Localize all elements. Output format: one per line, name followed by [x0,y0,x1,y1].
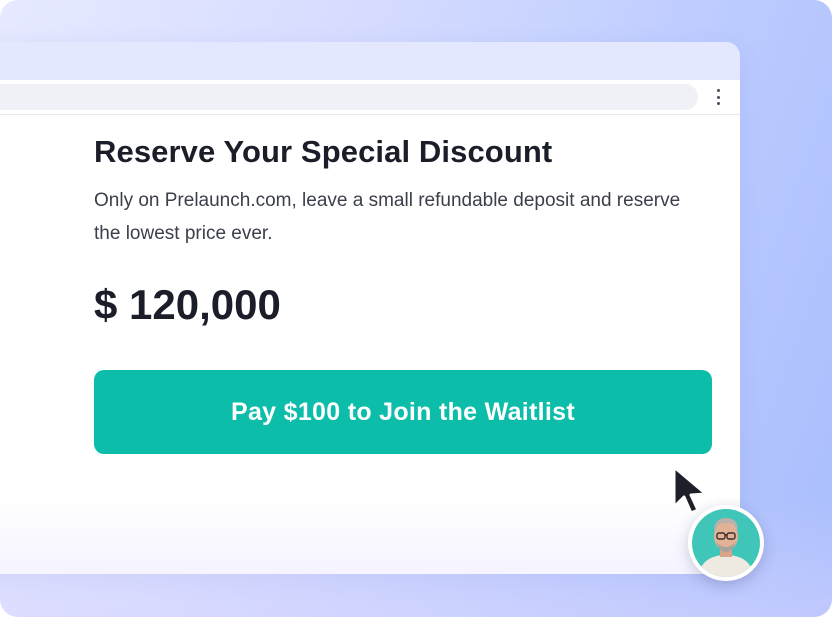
join-waitlist-button[interactable]: Pay $100 to Join the Waitlist [94,370,712,454]
page-title: Reserve Your Special Discount [94,134,553,169]
browser-toolbar [0,80,740,115]
page-background: Reserve Your Special Discount Only on Pr… [0,0,832,617]
user-avatar [688,505,764,581]
kebab-menu-icon[interactable] [715,89,721,105]
address-bar[interactable] [0,84,698,110]
price-label: $ 120,000 [94,281,281,328]
description-text: Only on Prelaunch.com, leave a small ref… [94,190,681,244]
browser-tab-strip [0,42,740,80]
waitlist-card: Reserve Your Special Discount Only on Pr… [94,132,734,330]
